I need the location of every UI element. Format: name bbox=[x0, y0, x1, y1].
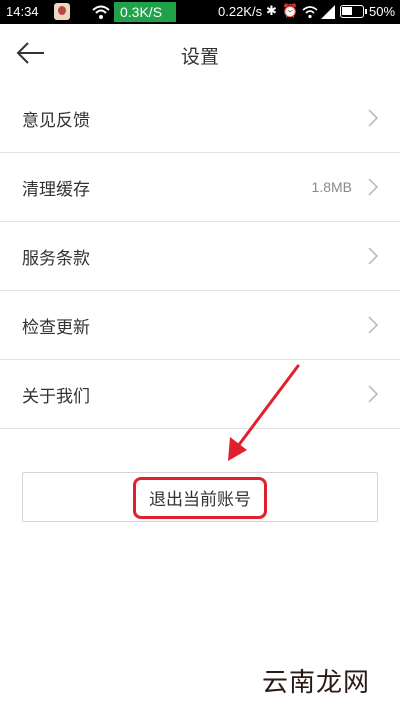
settings-item-label: 服务条款 bbox=[22, 249, 90, 269]
settings-item-about[interactable]: 关于我们 bbox=[0, 360, 400, 429]
settings-item-label: 关于我们 bbox=[22, 387, 90, 407]
network-speed: 0.22K/s bbox=[218, 4, 263, 19]
alarm-icon: ⏰ bbox=[282, 3, 299, 18]
settings-item-feedback[interactable]: 意见反馈 bbox=[0, 84, 400, 153]
status-time: 14:34 bbox=[6, 4, 39, 19]
battery-icon bbox=[340, 5, 367, 18]
chevron-right-icon bbox=[368, 316, 378, 334]
cell-signal-icon bbox=[321, 5, 335, 19]
chevron-right-icon bbox=[368, 247, 378, 265]
bluetooth-icon: ✱ bbox=[266, 3, 277, 18]
chevron-right-icon bbox=[368, 178, 378, 196]
header: 设置 bbox=[0, 24, 400, 82]
app-notification-icon bbox=[54, 3, 70, 20]
settings-item-clear-cache[interactable]: 清理缓存 1.8MB bbox=[0, 153, 400, 222]
chevron-right-icon bbox=[368, 385, 378, 403]
page-title: 设置 bbox=[180, 46, 219, 68]
settings-item-label: 检查更新 bbox=[22, 318, 90, 338]
battery-percent: 50% bbox=[369, 4, 396, 19]
wifi-signal-icon bbox=[302, 6, 318, 19]
watermark-logo: 云南龙网 bbox=[262, 668, 371, 698]
settings-item-label: 清理缓存 bbox=[22, 180, 90, 200]
status-bar: 14:34 0.3K/S 0.22K/s ✱ ⏰ 50% bbox=[0, 0, 400, 24]
settings-item-terms[interactable]: 服务条款 bbox=[0, 222, 400, 291]
settings-item-check-update[interactable]: 检查更新 bbox=[0, 291, 400, 360]
settings-item-label: 意见反馈 bbox=[22, 111, 90, 131]
settings-list: 意见反馈 清理缓存 1.8MB 服务条款 检查更新 关于我们 bbox=[0, 84, 400, 429]
network-speed-badge: 0.3K/S bbox=[114, 2, 176, 22]
chevron-right-icon bbox=[368, 109, 378, 127]
cache-size: 1.8MB bbox=[311, 179, 352, 195]
logout-label: 退出当前账号 bbox=[149, 490, 251, 510]
wifi-icon bbox=[92, 5, 110, 19]
